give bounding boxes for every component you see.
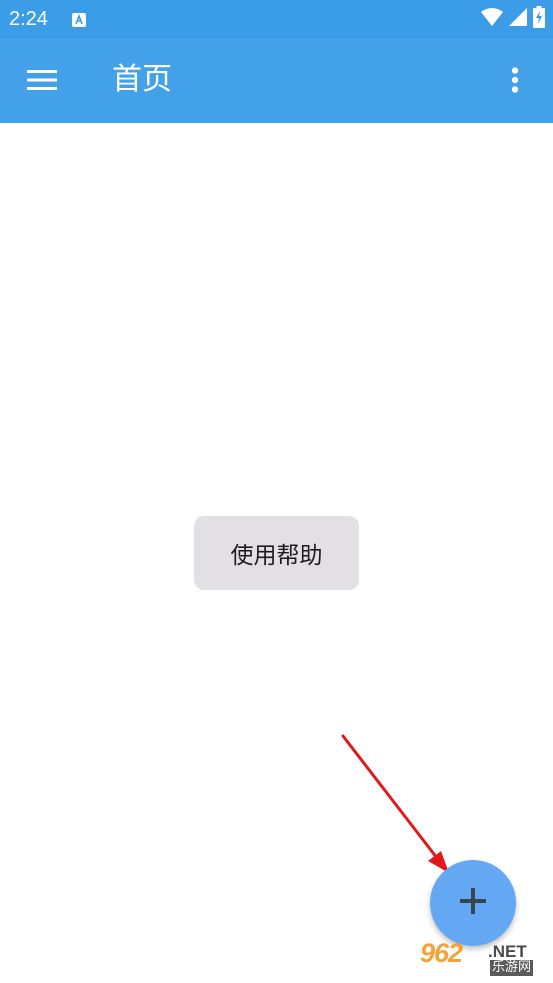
overflow-menu-button[interactable] — [495, 62, 535, 102]
watermark-subtitle: 乐游网 — [490, 960, 534, 976]
app-bar: 首页 — [0, 38, 553, 123]
plus-icon — [458, 886, 488, 920]
a-letter-icon — [72, 12, 86, 27]
hamburger-menu-icon — [27, 69, 57, 95]
page-title: 首页 — [112, 62, 172, 97]
status-time: 2:24 — [9, 8, 48, 30]
help-button[interactable]: 使用帮助 — [194, 516, 359, 590]
menu-button[interactable] — [22, 62, 62, 102]
screen: 2:24 首页 使用帮助 962 .NET 乐游网 — [0, 0, 553, 983]
watermark-suffix: .NET — [488, 942, 527, 961]
add-fab-button[interactable] — [430, 860, 516, 946]
status-icons — [481, 6, 545, 32]
more-vertical-icon — [511, 67, 519, 97]
status-bar: 2:24 — [0, 0, 553, 38]
main-content: 使用帮助 — [0, 123, 553, 983]
battery-charging-icon — [533, 6, 545, 32]
cellular-signal-icon — [509, 8, 527, 30]
watermark: 962 .NET 乐游网 — [414, 936, 553, 983]
wifi-icon — [481, 8, 503, 30]
watermark-logo: 962 — [420, 938, 463, 968]
